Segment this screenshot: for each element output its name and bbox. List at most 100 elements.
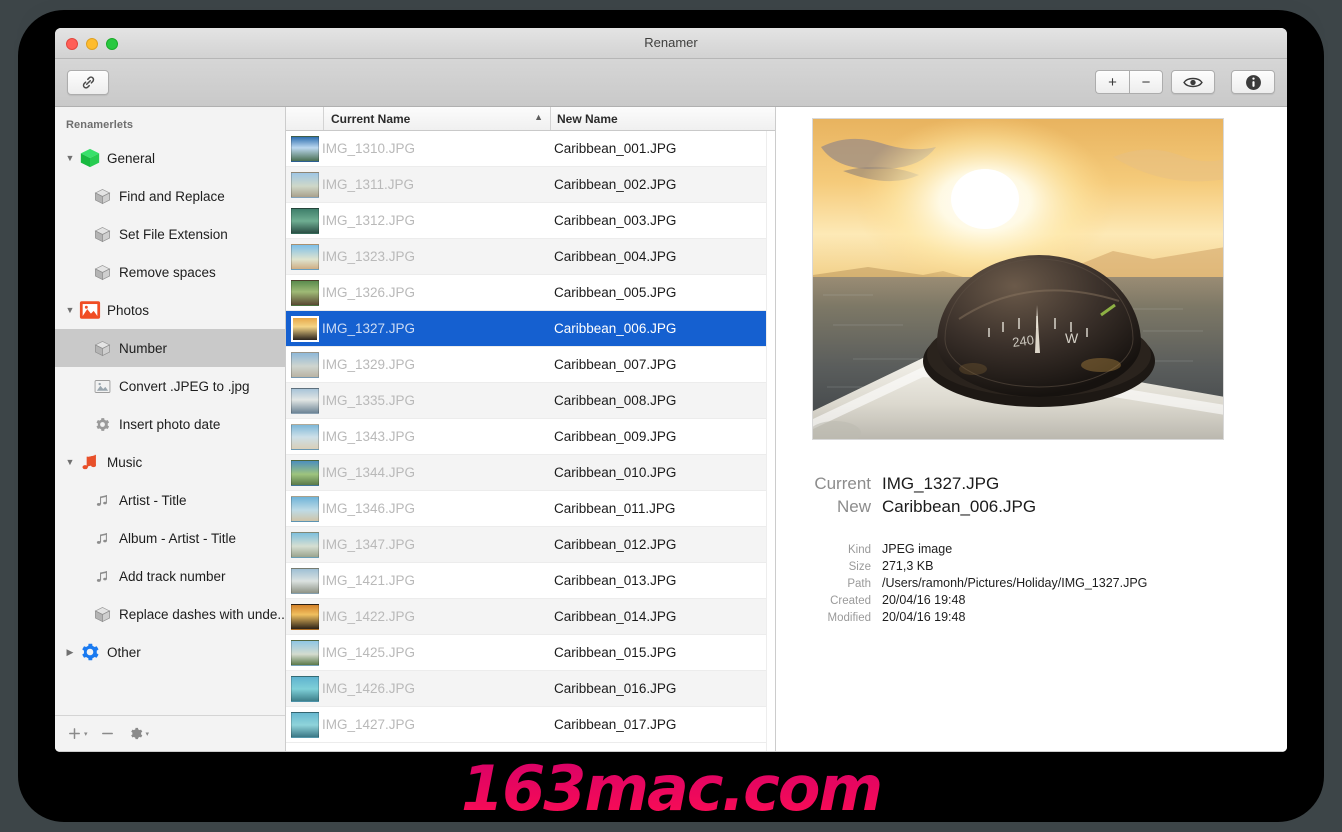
file-thumbnail xyxy=(291,243,319,270)
metadata-row: Modified 20/04/16 19:48 xyxy=(812,610,1287,624)
sidebar-item-label: Music xyxy=(107,454,143,470)
plus-icon xyxy=(69,728,80,739)
disclosure-triangle-open[interactable]: ▼ xyxy=(63,153,77,163)
link-button[interactable] xyxy=(67,70,109,95)
new-name-header-label: New Name xyxy=(557,111,618,126)
table-row[interactable]: IMG_1422.JPG Caribbean_014.JPG xyxy=(286,599,775,635)
file-thumbnail xyxy=(291,135,319,162)
file-thumbnail xyxy=(291,639,319,666)
table-row[interactable]: IMG_1323.JPG Caribbean_004.JPG xyxy=(286,239,775,275)
sidebar-add-button[interactable]: ▾ xyxy=(67,726,88,741)
metadata-row: Created 20/04/16 19:48 xyxy=(812,593,1287,607)
new-name-value: Caribbean_006.JPG xyxy=(882,497,1037,516)
metadata-row: Kind JPEG image xyxy=(812,542,1287,556)
chevron-down-icon: ▾ xyxy=(84,730,88,738)
remove-files-button[interactable]: − xyxy=(1129,70,1163,94)
preview-toggle-button[interactable] xyxy=(1171,70,1215,94)
file-thumbnail xyxy=(291,279,319,306)
new-name-cell: Caribbean_005.JPG xyxy=(554,285,677,300)
current-name-cell: IMG_1312.JPG xyxy=(322,213,416,228)
sidebar-item-find-and-replace[interactable]: Find and Replace xyxy=(55,177,285,215)
blue-gear-icon xyxy=(77,641,103,663)
gray-cube-icon xyxy=(89,264,115,281)
sort-ascending-icon: ▲ xyxy=(534,112,543,122)
sidebar-item-artist-title[interactable]: Artist - Title xyxy=(55,481,285,519)
add-files-button[interactable]: + xyxy=(1095,70,1129,94)
disclosure-triangle-closed[interactable]: ▶ xyxy=(63,647,77,658)
file-list-rows[interactable]: IMG_1310.JPG Caribbean_001.JPG IMG_1311.JP… xyxy=(286,131,775,751)
table-row[interactable]: IMG_1425.JPG Caribbean_015.JPG xyxy=(286,635,775,671)
sidebar-item-general[interactable]: ▼ General xyxy=(55,139,285,177)
table-row[interactable]: IMG_1335.JPG Caribbean_008.JPG xyxy=(286,383,775,419)
sidebar-item-add-track-number[interactable]: Add track number xyxy=(55,557,285,595)
metadata-row: Path/Users/ramonh/Pictures/Holiday/IMG_1… xyxy=(812,576,1287,590)
sidebar-item-set-file-extension[interactable]: Set File Extension xyxy=(55,215,285,253)
file-thumbnail xyxy=(291,459,319,486)
table-row[interactable]: IMG_1347.JPG Caribbean_012.JPG xyxy=(286,527,775,563)
sidebar-item-photos[interactable]: ▼ Photos xyxy=(55,291,285,329)
table-row[interactable]: IMG_1343.JPG Caribbean_009.JPG xyxy=(286,419,775,455)
sidebar-item-insert-photo-date[interactable]: Insert photo date xyxy=(55,405,285,443)
sidebar-remove-button[interactable] xyxy=(100,726,115,741)
sidebar-item-label: Number xyxy=(119,340,168,356)
metadata-rows: Kind JPEG image Size 271,3 KB Path/Users/ram… xyxy=(812,542,1287,624)
sidebar-item-number[interactable]: Number xyxy=(55,329,285,367)
file-list-header: Current Name ▲ New Name xyxy=(286,107,775,131)
table-row[interactable]: IMG_1311.JPG Caribbean_002.JPG xyxy=(286,167,775,203)
link-icon xyxy=(80,74,97,91)
current-name-cell: IMG_1426.JPG xyxy=(322,681,416,696)
new-name-cell: Caribbean_001.JPG xyxy=(554,141,677,156)
table-row[interactable]: IMG_1426.JPG Caribbean_016.JPG xyxy=(286,671,775,707)
file-thumbnail xyxy=(291,603,319,630)
new-name-cell: Caribbean_014.JPG xyxy=(554,609,677,624)
gear-icon xyxy=(89,416,115,433)
sidebar-item-album-artist-title[interactable]: Album - Artist - Title xyxy=(55,519,285,557)
sidebar-item-other[interactable]: ▶ Other xyxy=(55,633,285,671)
table-row[interactable]: IMG_1344.JPG Caribbean_010.JPG xyxy=(286,455,775,491)
note-icon xyxy=(89,492,115,509)
sidebar-item-music[interactable]: ▼ Music xyxy=(55,443,285,481)
metadata-value: 20/04/16 19:48 xyxy=(882,593,966,607)
metadata-label: Path xyxy=(847,578,871,590)
disclosure-triangle-open[interactable]: ▼ xyxy=(63,457,77,467)
table-row[interactable]: IMG_1326.JPG Caribbean_005.JPG xyxy=(286,275,775,311)
metadata-value: 20/04/16 19:48 xyxy=(882,610,966,624)
sidebar-actions-button[interactable]: ▾ xyxy=(129,726,149,741)
sidebar-item-remove-spaces[interactable]: Remove spaces xyxy=(55,253,285,291)
sidebar-item-convert-jpeg-to-jpg[interactable]: Convert .JPEG to .jpg xyxy=(55,367,285,405)
gray-cube-icon xyxy=(89,226,115,243)
sidebar-item-label: Replace dashes with unde... xyxy=(119,606,285,622)
new-name-row: New Caribbean_006.JPG xyxy=(812,497,1287,517)
gear-icon xyxy=(130,727,142,740)
table-row[interactable]: IMG_1329.JPG Caribbean_007.JPG xyxy=(286,347,775,383)
table-row[interactable]: IMG_1327.JPG Caribbean_006.JPG xyxy=(286,311,775,347)
table-row[interactable]: IMG_1312.JPG Caribbean_003.JPG xyxy=(286,203,775,239)
current-name-cell: IMG_1344.JPG xyxy=(322,465,416,480)
file-metadata: Current IMG_1327.JPG New Caribbean_006.J… xyxy=(776,440,1287,624)
window-titlebar: Renamer xyxy=(55,28,1287,59)
metadata-label: Kind xyxy=(847,544,871,556)
current-name-cell: IMG_1425.JPG xyxy=(322,645,416,660)
table-row[interactable]: IMG_1421.JPG Caribbean_013.JPG xyxy=(286,563,775,599)
current-name-column-header[interactable]: Current Name ▲ xyxy=(324,107,551,130)
table-row[interactable]: IMG_1310.JPG Caribbean_001.JPG xyxy=(286,131,775,167)
info-toggle-button[interactable] xyxy=(1231,70,1275,94)
table-row[interactable]: IMG_1427.JPG Caribbean_017.JPG xyxy=(286,707,775,743)
new-name-column-header[interactable]: New Name xyxy=(551,107,775,130)
info-icon xyxy=(1245,74,1262,91)
current-name-cell: IMG_1310.JPG xyxy=(322,141,416,156)
current-name-cell: IMG_1329.JPG xyxy=(322,357,416,372)
metadata-label: Created xyxy=(830,595,871,607)
disclosure-triangle-open[interactable]: ▼ xyxy=(63,305,77,315)
current-name-label: Current xyxy=(814,474,871,493)
music-note-icon xyxy=(77,451,103,473)
file-thumbnail xyxy=(291,315,319,342)
current-name-row: Current IMG_1327.JPG xyxy=(812,474,1287,494)
sidebar-item-label: Set File Extension xyxy=(119,226,228,242)
file-list-scrollbar[interactable] xyxy=(766,131,775,751)
sidebar-item-replace-dashes-with-unde[interactable]: Replace dashes with unde... xyxy=(55,595,285,633)
current-name-cell: IMG_1323.JPG xyxy=(322,249,416,264)
table-row[interactable]: IMG_1346.JPG Caribbean_011.JPG xyxy=(286,491,775,527)
minus-icon xyxy=(101,732,113,735)
current-name-value: IMG_1327.JPG xyxy=(882,474,1000,493)
